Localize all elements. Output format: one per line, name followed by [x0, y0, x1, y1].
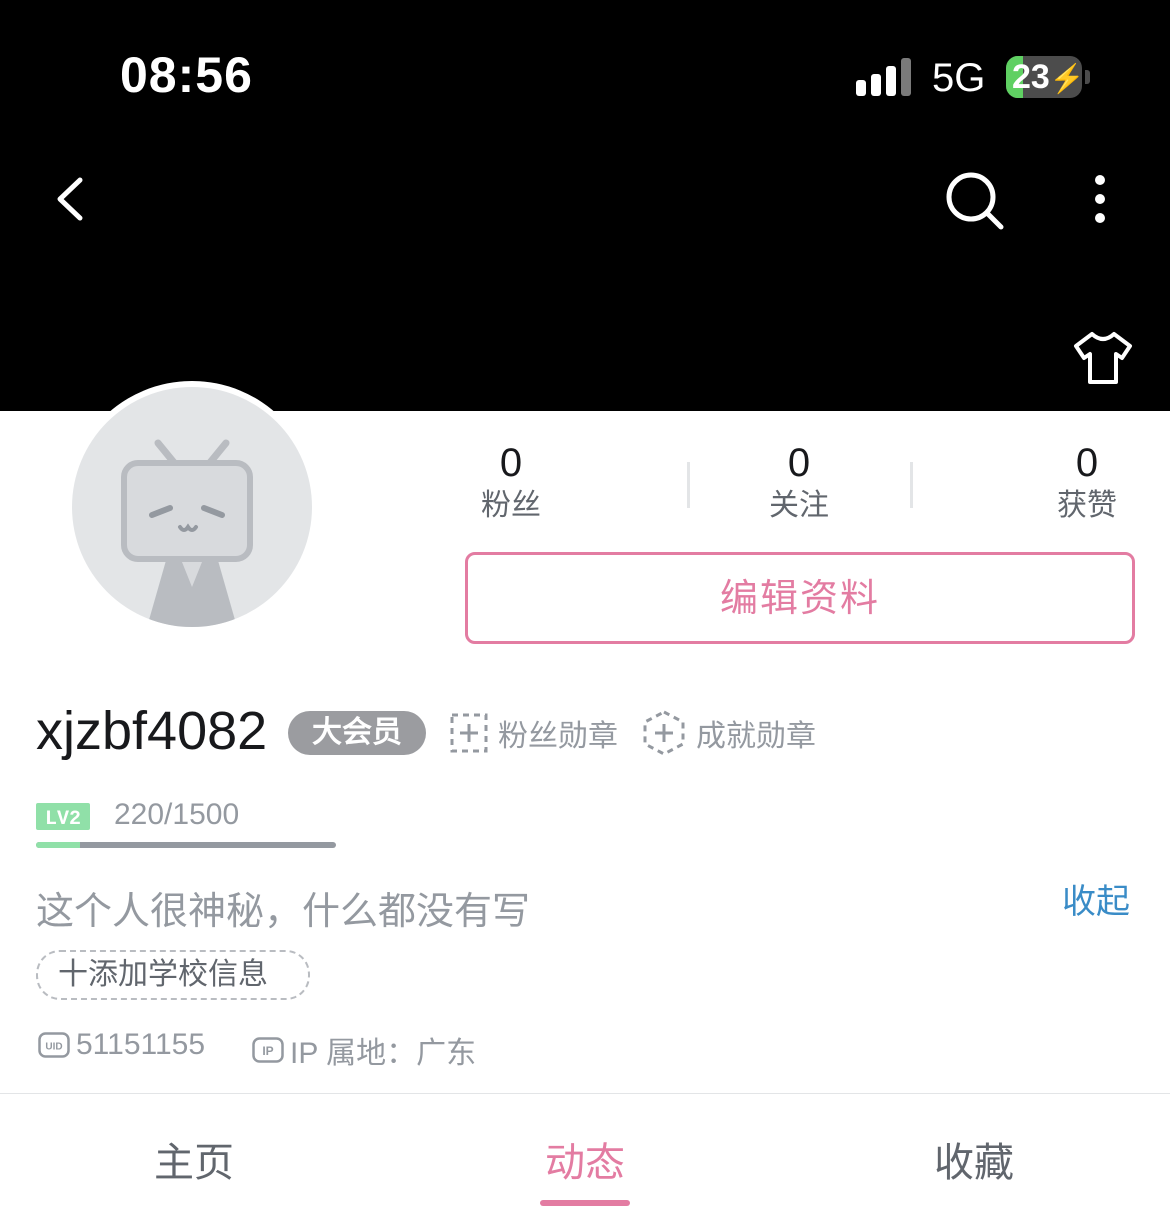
battery-level: 23	[1012, 58, 1050, 96]
tabs-divider	[0, 1093, 1170, 1094]
tab-home[interactable]: 主页	[94, 1130, 294, 1188]
battery-icon: 23⚡	[1006, 56, 1082, 98]
vip-badge[interactable]: 大会员	[288, 711, 426, 755]
profile-header-banner: 08:56 5G 23⚡	[0, 0, 1170, 411]
achievement-medal-button[interactable]: 成就勋章	[642, 708, 816, 758]
back-icon[interactable]	[52, 174, 92, 224]
more-menu-icon[interactable]	[1086, 172, 1114, 228]
level-progress-text: 220/1500	[114, 798, 240, 831]
stat-fans[interactable]: 0 粉丝	[441, 440, 581, 526]
fans-count: 0	[499, 441, 523, 485]
add-medal-icon	[450, 713, 488, 753]
avatar[interactable]	[72, 387, 312, 627]
fans-label: 粉丝	[481, 488, 541, 523]
uid-row: UID 51151155	[38, 1028, 205, 1062]
bio-text: 这个人很神秘，什么都没有写	[36, 889, 531, 933]
search-icon[interactable]	[944, 170, 1006, 232]
uid-value: 51151155	[76, 1028, 206, 1061]
fan-medal-label: 粉丝勋章	[498, 719, 618, 754]
level-progress-fill	[36, 842, 81, 848]
following-label: 关注	[769, 488, 829, 523]
network-type: 5G	[932, 56, 986, 100]
ip-icon: IP	[252, 1037, 284, 1063]
status-time: 08:56	[120, 47, 253, 103]
add-school-button[interactable]: 十添加学校信息	[36, 950, 310, 1000]
svg-text:UID: UID	[45, 1042, 62, 1053]
achievement-medal-label: 成就勋章	[696, 719, 816, 754]
level-badge-icon: LV2	[36, 803, 90, 830]
dress-up-shirt-icon[interactable]	[1072, 330, 1134, 386]
active-tab-indicator	[540, 1200, 630, 1206]
likes-count: 0	[1075, 441, 1099, 485]
tab-favorites[interactable]: 收藏	[874, 1130, 1074, 1188]
collapse-link[interactable]: 收起	[1062, 874, 1130, 923]
level-label: LV2	[45, 808, 81, 830]
username: xjzbf4082	[36, 701, 268, 761]
ip-location: IP 属地：广东	[290, 1037, 477, 1070]
stat-following[interactable]: 0 关注	[729, 440, 869, 526]
fan-medal-button[interactable]: 粉丝勋章	[450, 708, 618, 758]
svg-text:IP: IP	[262, 1044, 273, 1058]
tab-dynamics[interactable]: 动态	[485, 1130, 685, 1188]
signal-icon	[856, 58, 914, 96]
battery-tip	[1085, 70, 1090, 84]
stat-divider	[910, 462, 913, 508]
uid-icon: UID	[38, 1032, 70, 1058]
stat-divider	[687, 462, 690, 508]
edit-profile-button[interactable]: 编辑资料	[465, 552, 1135, 644]
following-count: 0	[787, 441, 811, 485]
stat-likes[interactable]: 0 获赞	[1017, 440, 1157, 526]
ip-row: IP IP 属地：广东	[252, 1028, 476, 1072]
add-achievement-icon	[643, 710, 685, 756]
likes-label: 获赞	[1057, 488, 1117, 523]
level-progress-bar	[36, 842, 336, 848]
